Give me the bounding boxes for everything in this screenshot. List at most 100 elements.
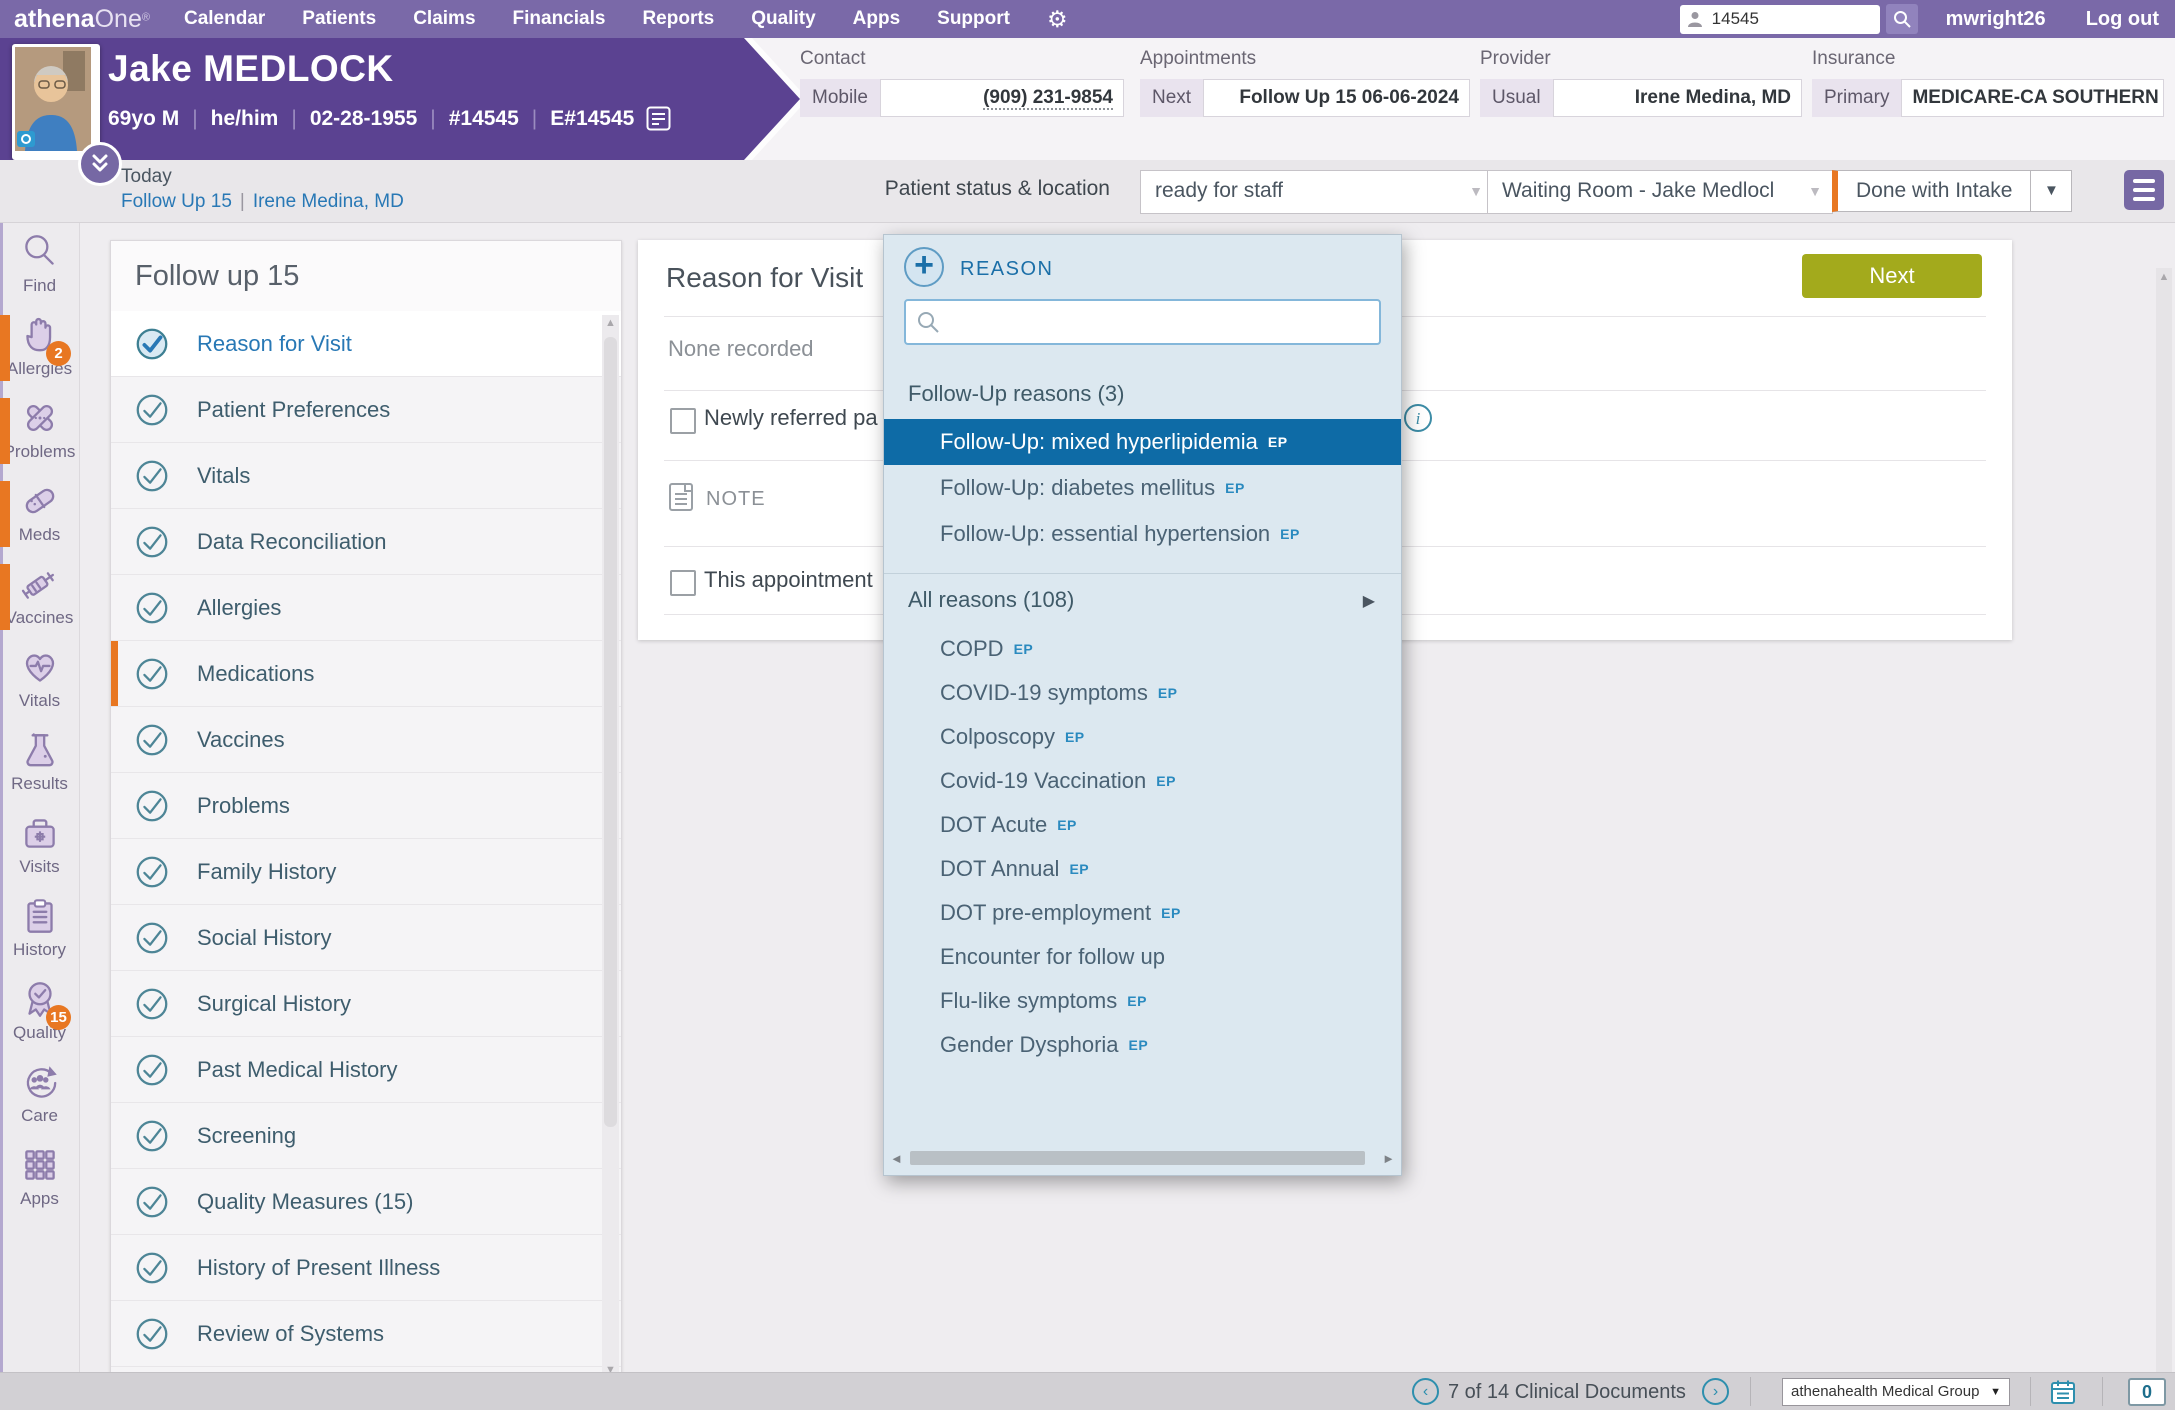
reason-option[interactable]: DOT Acute EP: [884, 803, 1401, 847]
collapse-banner-button[interactable]: [78, 142, 122, 186]
checklist-item[interactable]: Allergies: [111, 575, 621, 641]
note-icon[interactable]: [646, 106, 671, 131]
calendar-button[interactable]: [2050, 1379, 2076, 1410]
rail-item-quality[interactable]: 15 Quality: [0, 977, 79, 1060]
checklist-item[interactable]: Medications: [111, 641, 621, 707]
rail-item-allergies[interactable]: 2 Allergies: [0, 313, 79, 396]
nav-item-calendar[interactable]: Calendar: [184, 8, 265, 30]
reason-option[interactable]: Follow-Up: essential hypertension EP: [884, 511, 1401, 557]
scrollbar-thumb[interactable]: [910, 1151, 1365, 1165]
nav-item-reports[interactable]: Reports: [642, 8, 714, 30]
patient-status-select[interactable]: ready for staff▼: [1140, 170, 1494, 214]
divider: [884, 573, 1401, 574]
username[interactable]: mwright26: [1946, 8, 2046, 31]
provider-title: Provider: [1480, 48, 1802, 70]
rail-item-results[interactable]: Results: [0, 728, 79, 811]
scroll-up-arrow[interactable]: ▲: [2156, 271, 2172, 283]
primary-insurance-value[interactable]: MEDICARE-CA SOUTHERN (...: [1901, 79, 2164, 117]
usual-provider-value[interactable]: Irene Medina, MD: [1553, 79, 1802, 117]
rail-item-find[interactable]: Find: [0, 230, 79, 313]
checklist-item[interactable]: Family History: [111, 839, 621, 905]
checklist-item[interactable]: Reason for Visit: [111, 311, 621, 377]
divider: [2030, 1377, 2031, 1406]
reason-option[interactable]: Colposcopy EP: [884, 715, 1401, 759]
reason-option[interactable]: DOT pre-employment EP: [884, 891, 1401, 935]
all-reasons-group-label[interactable]: All reasons (108): [908, 587, 1074, 613]
add-reason-plus-icon[interactable]: +: [904, 247, 944, 287]
reason-option[interactable]: Follow-Up: diabetes mellitus EP: [884, 465, 1401, 511]
scroll-left-arrow[interactable]: ◄: [890, 1151, 903, 1166]
reason-option[interactable]: COVID-19 symptoms EP: [884, 671, 1401, 715]
patient-photo[interactable]: [12, 44, 100, 160]
rail-item-meds[interactable]: Meds: [0, 479, 79, 562]
settings-gear-icon[interactable]: ⚙: [1047, 6, 1068, 33]
global-search-input[interactable]: [1710, 8, 1854, 30]
nav-item-claims[interactable]: Claims: [413, 8, 475, 30]
patient-location-select[interactable]: Waiting Room - Jake Medlocl▼: [1487, 170, 1833, 214]
reason-option[interactable]: Encounter for follow up EP: [884, 935, 1401, 979]
reason-option[interactable]: Covid-19 Vaccination EP: [884, 759, 1401, 803]
nav-item-apps[interactable]: Apps: [853, 8, 901, 30]
next-button[interactable]: Next: [1802, 254, 1982, 298]
search-button[interactable]: [1886, 4, 1918, 34]
newly-referred-checkbox[interactable]: [670, 408, 696, 434]
info-icon[interactable]: i: [1404, 404, 1432, 432]
main-vertical-scrollbar[interactable]: ▲: [2156, 268, 2172, 1372]
checklist-item[interactable]: Screening: [111, 1103, 621, 1169]
rail-item-apps[interactable]: Apps: [0, 1143, 79, 1226]
mobile-value[interactable]: (909) 231-9854: [880, 79, 1124, 117]
checklist-item[interactable]: Review of Systems: [111, 1301, 621, 1367]
nav-item-support[interactable]: Support: [937, 8, 1010, 30]
rail-item-problems[interactable]: Problems: [0, 396, 79, 479]
checklist-item[interactable]: Data Reconciliation: [111, 509, 621, 575]
reason-option[interactable]: DOT Annual EP: [884, 847, 1401, 891]
checklist-item[interactable]: Past Medical History: [111, 1037, 621, 1103]
encounter-provider-link[interactable]: Irene Medina, MD: [253, 191, 404, 212]
notification-counter[interactable]: 0: [2128, 1378, 2166, 1406]
athenaone-logo[interactable]: athenaOne®: [14, 5, 150, 34]
reason-option[interactable]: Follow-Up: mixed hyperlipidemia EP: [884, 419, 1401, 465]
previous-document-button[interactable]: ‹: [1412, 1378, 1439, 1405]
scrollbar-thumb[interactable]: [604, 337, 617, 1127]
checklist-item[interactable]: Patient Preferences: [111, 377, 621, 443]
reason-search-input[interactable]: [904, 299, 1381, 345]
reason-option[interactable]: Gender Dysphoria EP: [884, 1023, 1401, 1067]
next-appt-value[interactable]: Follow Up 15 06-06-2024: [1203, 79, 1470, 117]
checklist-item[interactable]: Vaccines: [111, 707, 621, 773]
rail-item-visits[interactable]: Visits: [0, 811, 79, 894]
expand-right-arrow-icon[interactable]: ▶: [1363, 591, 1375, 611]
checklist-item[interactable]: Vitals: [111, 443, 621, 509]
nav-item-patients[interactable]: Patients: [302, 8, 376, 30]
scroll-right-arrow[interactable]: ►: [1382, 1151, 1395, 1166]
next-document-button[interactable]: ›: [1702, 1378, 1729, 1405]
done-with-intake-dropdown[interactable]: ▼: [2031, 170, 2072, 212]
organization-select[interactable]: athenahealth Medical Group ▼: [1782, 1378, 2010, 1406]
reason-option-label: Gender Dysphoria: [940, 1032, 1119, 1058]
global-search-box[interactable]: [1680, 5, 1880, 34]
rail-item-vaccines[interactable]: Vaccines: [0, 562, 79, 645]
rail-item-vitals[interactable]: Vitals: [0, 645, 79, 728]
dropdown-horizontal-scrollbar[interactable]: ◄ ►: [888, 1149, 1397, 1167]
note-label[interactable]: NOTE: [706, 488, 766, 511]
ep-tag: EP: [1065, 729, 1085, 745]
checklist-item[interactable]: Problems: [111, 773, 621, 839]
this-appointment-checkbox[interactable]: [670, 570, 696, 596]
menu-button[interactable]: [2124, 170, 2164, 210]
rail-item-care[interactable]: Care: [0, 1060, 79, 1143]
done-with-intake-button[interactable]: Done with Intake: [1832, 170, 2031, 212]
rail-item-history[interactable]: History: [0, 894, 79, 977]
checklist-item[interactable]: Surgical History: [111, 971, 621, 1037]
scroll-up-arrow[interactable]: ▲: [602, 317, 619, 329]
add-reason-label[interactable]: REASON: [960, 258, 1053, 281]
logout-link[interactable]: Log out: [2086, 8, 2159, 31]
nav-item-financials[interactable]: Financials: [513, 8, 606, 30]
checklist-item[interactable]: Quality Measures (15): [111, 1169, 621, 1235]
check-circle-icon: [133, 1249, 171, 1287]
reason-option[interactable]: COPD EP: [884, 627, 1401, 671]
checklist-item[interactable]: History of Present Illness: [111, 1235, 621, 1301]
checklist-scrollbar[interactable]: ▲ ▼: [602, 315, 619, 1378]
checklist-item[interactable]: Social History: [111, 905, 621, 971]
reason-option[interactable]: Flu-like symptoms EP: [884, 979, 1401, 1023]
nav-item-quality[interactable]: Quality: [751, 8, 815, 30]
encounter-link[interactable]: Follow Up 15: [121, 191, 232, 212]
